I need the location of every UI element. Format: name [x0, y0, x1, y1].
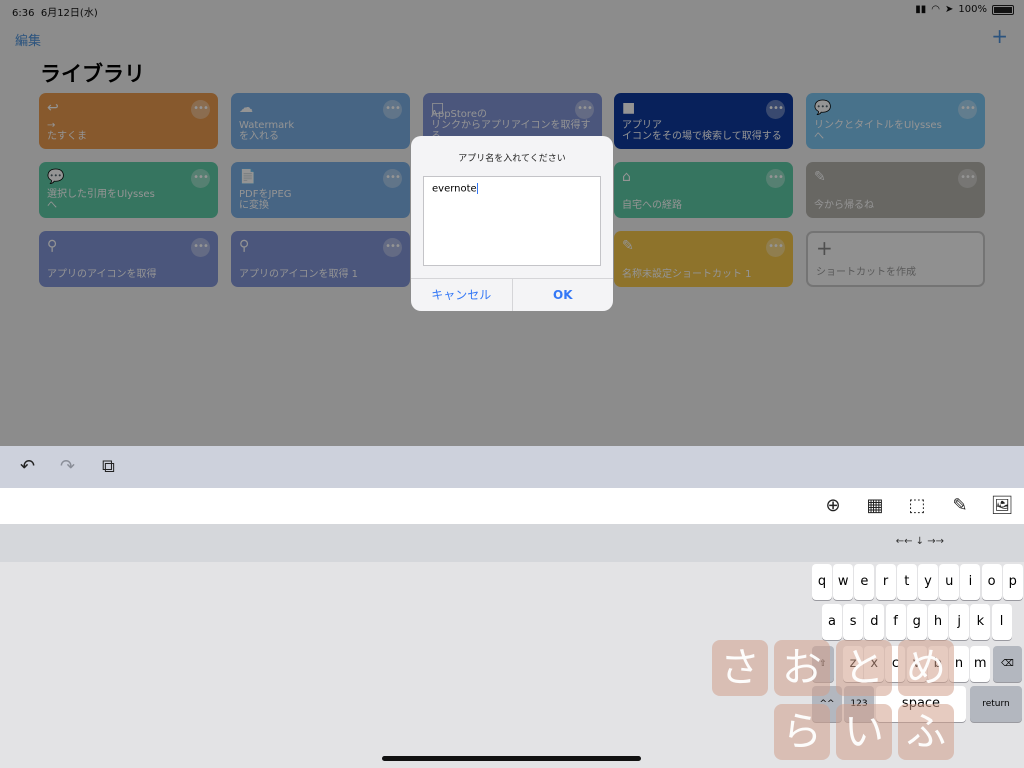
app-name-dialog: アプリ名を入れてください evernote キャンセル OK: [411, 136, 613, 311]
watermark-char: さ: [712, 640, 768, 696]
key-j[interactable]: j: [949, 604, 970, 640]
key-f[interactable]: f: [885, 604, 906, 640]
cancel-button[interactable]: キャンセル: [411, 279, 512, 311]
key-q[interactable]: q: [812, 564, 832, 600]
key-d[interactable]: d: [864, 604, 885, 640]
key-r[interactable]: r: [875, 564, 896, 600]
key-o[interactable]: o: [981, 564, 1002, 600]
app-name-input[interactable]: evernote: [423, 176, 601, 266]
key-k[interactable]: k: [970, 604, 991, 640]
key-u[interactable]: u: [939, 564, 960, 600]
keyboard-accessory-bar: ⊕ ▦ ⬚ ✎ 🖼: [0, 488, 1024, 524]
watermark-char: ら: [774, 704, 830, 760]
image-icon[interactable]: 🖼: [989, 493, 1015, 519]
watermark-char: お: [774, 640, 830, 696]
ok-button[interactable]: OK: [511, 279, 614, 311]
arrow-keys[interactable]: ←← ↓ →→: [896, 536, 944, 547]
frame-icon[interactable]: ⬚: [904, 493, 930, 519]
key-p[interactable]: p: [1002, 564, 1023, 600]
home-indicator[interactable]: [382, 756, 641, 761]
input-value: evernote: [432, 183, 477, 195]
keyboard-shortcut-bar: ↶ ↷ ⧉: [0, 446, 1024, 488]
key-g[interactable]: g: [906, 604, 927, 640]
key-h[interactable]: h: [928, 604, 948, 640]
watermark-char: め: [898, 640, 954, 696]
globe-icon[interactable]: ⊕: [820, 493, 846, 519]
watermark-char: ふ: [898, 704, 954, 760]
dialog-buttons: キャンセル OK: [411, 278, 613, 311]
key-s[interactable]: s: [843, 604, 864, 640]
watermark-char: い: [836, 704, 892, 760]
key-y[interactable]: y: [918, 564, 938, 600]
watermark-char: と: [836, 640, 892, 696]
grid-icon[interactable]: ▦: [862, 493, 888, 519]
redo-icon[interactable]: ↷: [60, 456, 75, 477]
watermark-logo: さ お と め ら い ふ: [712, 640, 1022, 766]
key-i[interactable]: i: [960, 564, 981, 600]
key-a[interactable]: a: [822, 604, 842, 640]
text-caret: [476, 183, 478, 194]
paste-icon[interactable]: ⧉: [102, 456, 115, 477]
key-w[interactable]: w: [833, 564, 854, 600]
key-e[interactable]: e: [854, 564, 875, 600]
key-t[interactable]: t: [896, 564, 917, 600]
key-l[interactable]: l: [991, 604, 1012, 640]
brush-icon[interactable]: ✎: [947, 493, 973, 519]
dialog-title: アプリ名を入れてください: [458, 154, 566, 164]
undo-icon[interactable]: ↶: [20, 456, 35, 477]
cursor-arrow-bar: ←← ↓ →→: [0, 524, 1024, 562]
